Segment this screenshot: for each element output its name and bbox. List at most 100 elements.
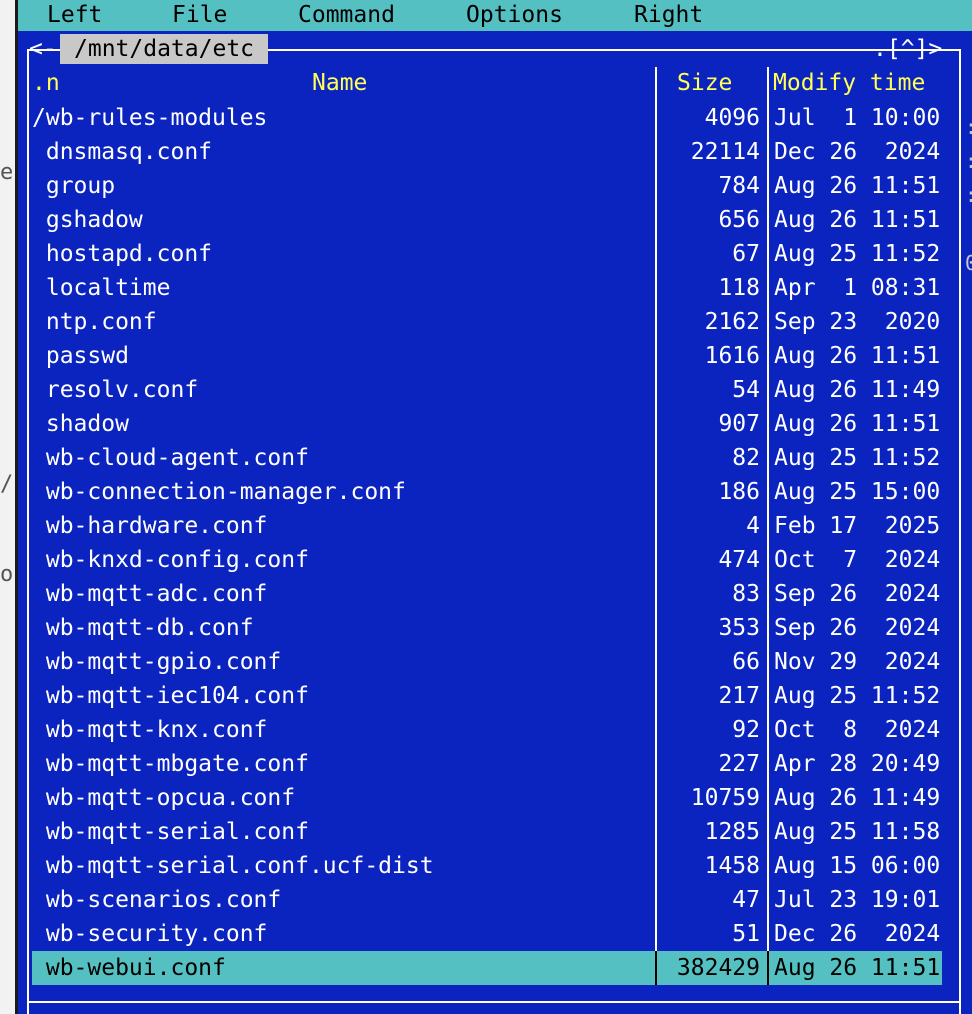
file-row-selected[interactable]: wb-webui.conf 382429 Aug 26 11:51 (32, 951, 942, 985)
file-row[interactable]: shadow 907 Aug 26 11:51 (32, 407, 942, 441)
panel-path-title[interactable]: /mnt/data/etc (60, 34, 269, 64)
file-modify-time: Jul 23 19:01 (774, 887, 941, 913)
file-modify-time: Oct 7 2024 (774, 547, 941, 573)
file-name: /wb-rules-modules (32, 105, 268, 131)
file-size: 54 (732, 377, 760, 403)
file-name: hostapd.conf (32, 241, 213, 267)
file-modify-time: Aug 15 06:00 (774, 853, 941, 879)
file-size: 2162 (704, 309, 760, 335)
file-list: /wb-rules-modules 4096 Jul 1 10:00 dnsmasq… (32, 101, 942, 985)
file-name: wb-cloud-agent.conf (32, 445, 309, 471)
file-size: 22114 (690, 139, 760, 165)
panel-left-arrow[interactable]: <- (29, 34, 57, 64)
menu-file[interactable]: File (172, 1, 227, 30)
left-file-panel: <- /mnt/data/etc .[^]> .n Name Size Modi… (18, 31, 972, 1014)
background-window-edge: e / o (0, 0, 18, 1014)
file-size: 784 (718, 173, 760, 199)
file-name: wb-mqtt-serial.conf.ucf-dist (32, 853, 434, 879)
file-row[interactable]: wb-scenarios.conf 47 Jul 23 19:01 (32, 883, 942, 917)
file-modify-time: Nov 29 2024 (774, 649, 941, 675)
file-name: wb-mqtt-opcua.conf (32, 785, 296, 811)
file-row[interactable]: wb-mqtt-iec104.conf 217 Aug 25 11:52 (32, 679, 942, 713)
file-name: wb-mqtt-adc.conf (32, 581, 268, 607)
file-row[interactable]: localtime 118 Apr 1 08:31 (32, 271, 942, 305)
file-row[interactable]: wb-security.conf 51 Dec 26 2024 (32, 917, 942, 951)
file-name: wb-webui.conf (32, 955, 226, 981)
file-size: 66 (732, 649, 760, 675)
file-name: localtime (32, 275, 171, 301)
file-size: 907 (718, 411, 760, 437)
file-size: 217 (718, 683, 760, 709)
panel-history-button[interactable]: .[^]> (873, 34, 942, 64)
file-size: 186 (718, 479, 760, 505)
file-name: group (32, 173, 116, 199)
file-size: 382429 (676, 955, 760, 981)
file-size: 10759 (690, 785, 760, 811)
file-row[interactable]: wb-mqtt-adc.conf 83 Sep 26 2024 (32, 577, 942, 611)
file-size: 1285 (704, 819, 760, 845)
file-size: 83 (732, 581, 760, 607)
selection-column-separator (655, 951, 657, 985)
file-size: 4 (746, 513, 760, 539)
file-size: 51 (732, 921, 760, 947)
sort-order-indicator[interactable]: .n (32, 67, 60, 99)
file-name: passwd (32, 343, 129, 369)
selection-column-separator (767, 951, 769, 985)
file-name: wb-knxd-config.conf (32, 547, 309, 573)
file-modify-time: Sep 26 2024 (774, 615, 941, 641)
file-modify-time: Aug 25 11:52 (774, 241, 941, 267)
file-row[interactable]: wb-hardware.conf 4 Feb 17 2025 (32, 509, 942, 543)
column-header-name[interactable]: Name (312, 67, 367, 99)
file-row[interactable]: wb-mqtt-db.conf 353 Sep 26 2024 (32, 611, 942, 645)
menu-right[interactable]: Right (634, 1, 703, 30)
file-row[interactable]: ntp.conf 2162 Sep 23 2020 (32, 305, 942, 339)
file-modify-time: Aug 26 11:51 (774, 955, 941, 981)
file-name: wb-mqtt-iec104.conf (32, 683, 309, 709)
file-row[interactable]: gshadow 656 Aug 26 11:51 (32, 203, 942, 237)
file-row[interactable]: wb-mqtt-knx.conf 92 Oct 8 2024 (32, 713, 942, 747)
file-row[interactable]: resolv.conf 54 Aug 26 11:49 (32, 373, 942, 407)
file-row[interactable]: wb-mqtt-mbgate.conf 227 Apr 28 20:49 (32, 747, 942, 781)
file-name: shadow (32, 411, 129, 437)
file-modify-time: Dec 26 2024 (774, 139, 941, 165)
file-modify-time: Aug 26 11:49 (774, 785, 941, 811)
menu-options[interactable]: Options (466, 1, 563, 30)
file-modify-time: Feb 17 2025 (774, 513, 941, 539)
column-header-size[interactable]: Size (677, 67, 732, 99)
file-name: wb-security.conf (32, 921, 268, 947)
file-name: wb-mqtt-gpio.conf (32, 649, 282, 675)
file-row[interactable]: wb-knxd-config.conf 474 Oct 7 2024 (32, 543, 942, 577)
file-row[interactable]: wb-cloud-agent.conf 82 Aug 25 11:52 (32, 441, 942, 475)
file-row[interactable]: wb-mqtt-opcua.conf 10759 Aug 26 11:49 (32, 781, 942, 815)
menu-bar: Left File Command Options Right (18, 0, 972, 31)
file-name: wb-mqtt-db.conf (32, 615, 254, 641)
menu-left[interactable]: Left (47, 1, 102, 30)
file-modify-time: Aug 25 15:00 (774, 479, 941, 505)
column-header-modify-time[interactable]: Modify time (773, 67, 925, 99)
file-modify-time: Aug 26 11:51 (774, 173, 941, 199)
file-name: gshadow (32, 207, 143, 233)
file-row[interactable]: wb-mqtt-serial.conf.ucf-dist 1458 Aug 15 0… (32, 849, 942, 883)
file-modify-time: Sep 23 2020 (774, 309, 941, 335)
file-row[interactable]: wb-connection-manager.conf 186 Aug 25 15:0… (32, 475, 942, 509)
panel-left-border (27, 49, 29, 1014)
file-modify-time: Aug 26 11:49 (774, 377, 941, 403)
menu-command[interactable]: Command (298, 1, 395, 30)
file-row[interactable]: /wb-rules-modules 4096 Jul 1 10:00 (32, 101, 942, 135)
file-size: 474 (718, 547, 760, 573)
file-size: 353 (718, 615, 760, 641)
file-modify-time: Aug 26 11:51 (774, 411, 941, 437)
file-row[interactable]: wb-mqtt-serial.conf 1285 Aug 25 11:58 (32, 815, 942, 849)
file-modify-time: Oct 8 2024 (774, 717, 941, 743)
file-size: 1616 (704, 343, 760, 369)
file-row[interactable]: dnsmasq.conf 22114 Dec 26 2024 (32, 135, 942, 169)
file-row[interactable]: hostapd.conf 67 Aug 25 11:52 (32, 237, 942, 271)
file-row[interactable]: wb-mqtt-gpio.conf 66 Nov 29 2024 (32, 645, 942, 679)
file-row[interactable]: group 784 Aug 26 11:51 (32, 169, 942, 203)
file-name: wb-mqtt-serial.conf (32, 819, 309, 845)
file-name: wb-connection-manager.conf (32, 479, 406, 505)
file-size: 118 (718, 275, 760, 301)
file-row[interactable]: passwd 1616 Aug 26 11:51 (32, 339, 942, 373)
file-size: 227 (718, 751, 760, 777)
file-modify-time: Aug 25 11:52 (774, 683, 941, 709)
